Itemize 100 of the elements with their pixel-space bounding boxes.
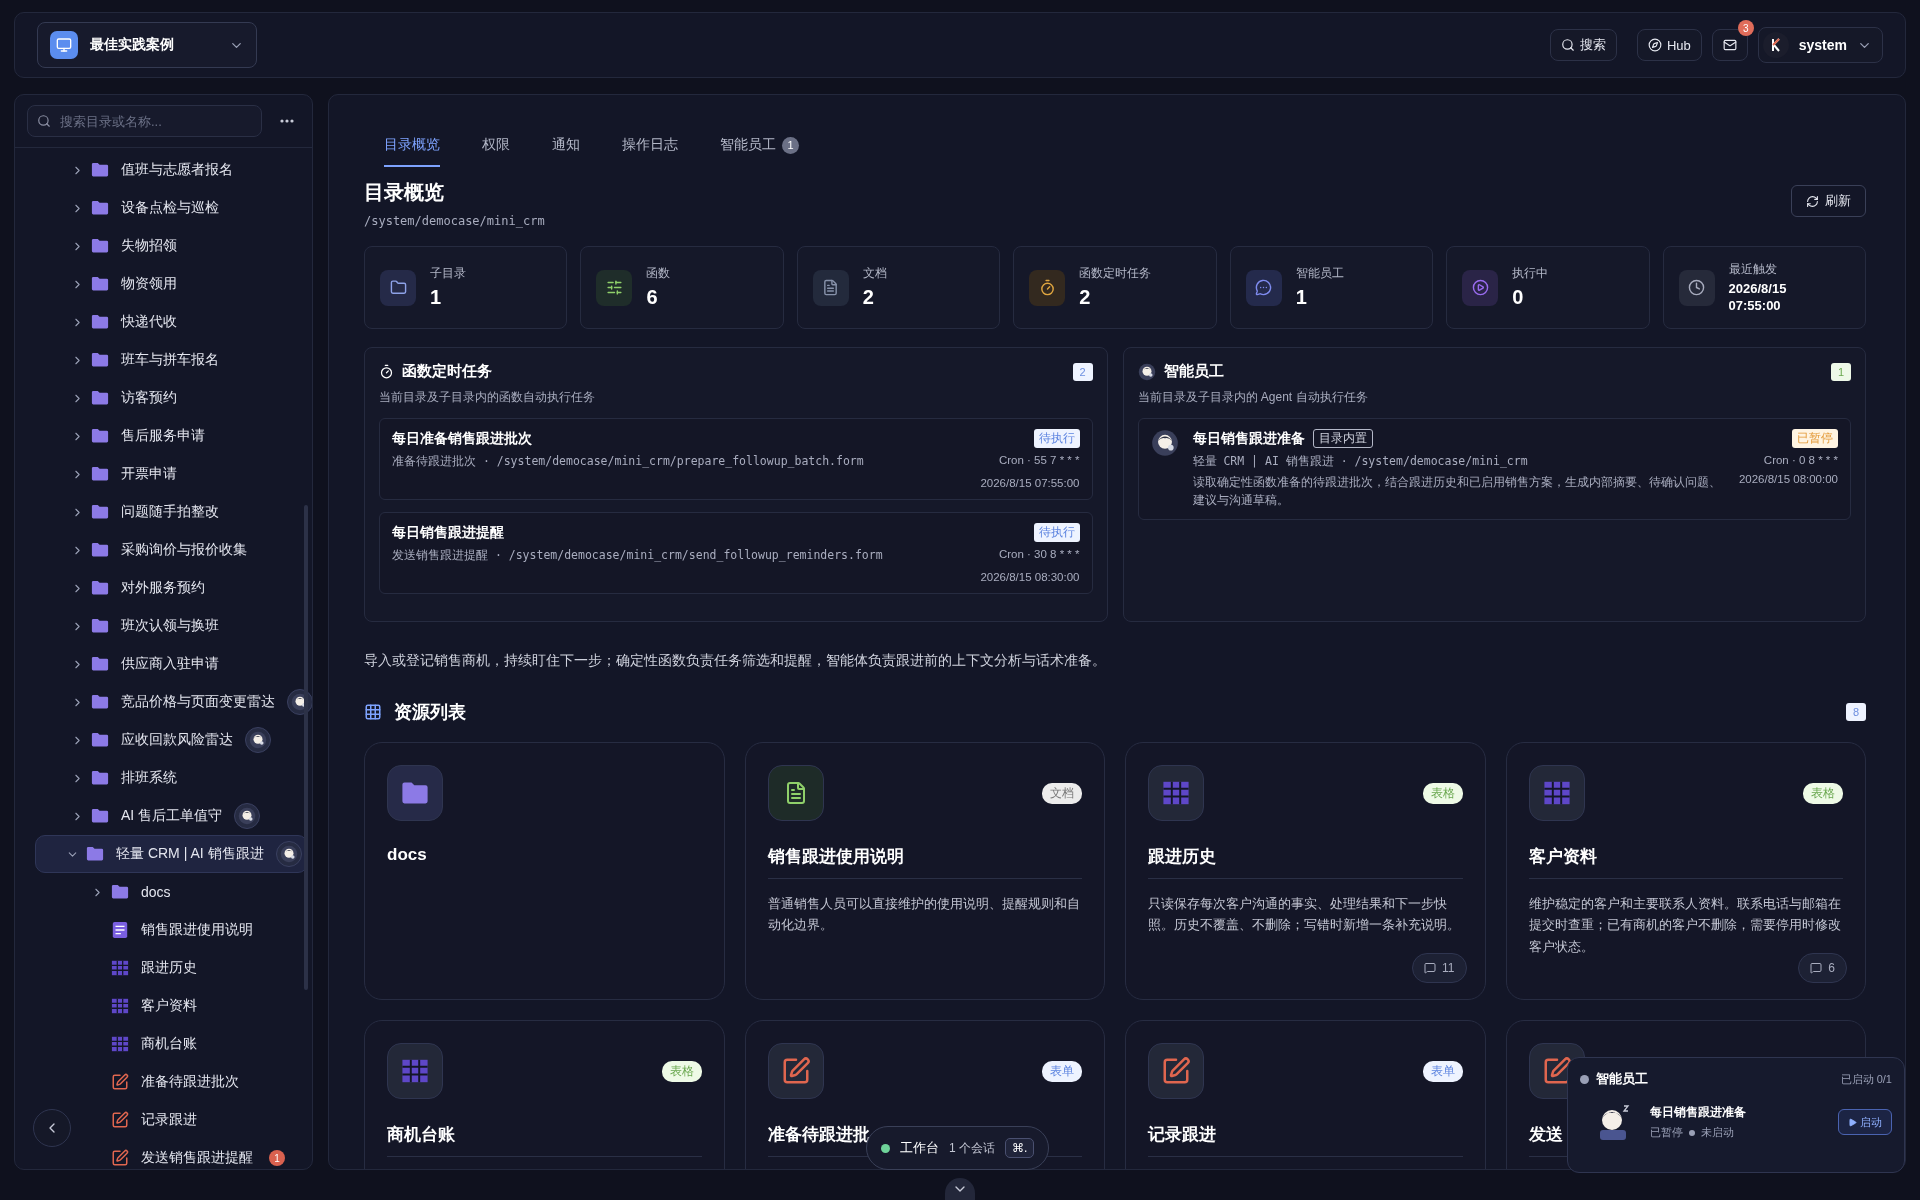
workbench-label: 工作台 (900, 1139, 939, 1157)
tab[interactable]: 智能员工 1 (720, 133, 799, 167)
tab[interactable]: 权限 (482, 133, 510, 167)
type-tag: 文档 (1042, 782, 1082, 804)
count-badge: 1 (1831, 362, 1851, 381)
tree-item[interactable]: 排班系统 (71, 759, 181, 797)
tree-item[interactable]: 供应商入驻申请 (71, 645, 223, 683)
search-button[interactable]: 搜索 (1549, 29, 1617, 61)
tree-item[interactable]: 准备待跟进批次 (91, 1063, 243, 1101)
next-run-time: 2026/8/15 07:55:00 (980, 477, 1080, 489)
refresh-button[interactable]: 刷新 (1791, 185, 1866, 217)
tree-item[interactable]: 商机台账 (91, 1025, 201, 1063)
task-title: 每日准备销售跟进批次 (392, 429, 532, 448)
tree-item[interactable]: 设备点检与巡检 (71, 189, 223, 227)
section-title: 资源列表 (394, 701, 467, 724)
resource-title: 销售跟进使用说明 (767, 845, 1082, 879)
tree-item-label: 值班与志愿者报名 (121, 161, 233, 179)
resource-description: 只读保存每次客户沟通的事实、处理结果和下一步快照。历史不覆盖、不删除；写错时新增一条补充说明。 (1148, 895, 1461, 935)
comment-count[interactable]: 6 (1798, 953, 1847, 983)
tree-item[interactable]: docs (91, 873, 175, 911)
tree-item-label: 失物招领 (121, 237, 177, 255)
tree-item[interactable]: 采购询价与报价收集 (71, 531, 251, 569)
tree-item[interactable]: 售后服务申请 (71, 417, 209, 455)
stat-value: 6 (646, 285, 659, 310)
tree-item[interactable]: 发送销售跟进提醒 1 (91, 1139, 289, 1169)
tree-item-label: 物资领用 (121, 275, 177, 293)
tree-item[interactable]: 销售跟进使用说明 (91, 911, 257, 949)
tree-item[interactable]: 记录跟进 (91, 1101, 201, 1139)
tab[interactable]: 目录概览 (384, 133, 440, 167)
tree-item-label: 采购询价与报价收集 (121, 541, 247, 559)
tree-item-label: 跟进历史 (141, 959, 197, 977)
agent-card[interactable]: 每日销售跟进准备 目录内置 已暂停 轻量 CRM | AI 销售跟进 · /system/democase/mini_crm Cron · 0 8 * * * 读取确定性函数准备的待跟进批次，结合跟进历史和已启用销售方案，生成内部摘要、待确认问题、建议与沟通草稿。 2026/8/15 08:00:00 (1137, 418, 1851, 520)
widget-title: 智能员工 (1596, 1070, 1649, 1088)
panel-subtitle: 当前目录及子目录内的 Agent 自动执行任务 (1137, 389, 1369, 406)
start-button[interactable]: 启动 (1838, 1109, 1892, 1135)
task-card[interactable]: 每日准备销售跟进批次 待执行 准备待跟进批次 · /system/democase/mini_crm/prepare_followup_batch.form Cron · 55 7 * * * 2026/8/15 07:55:00 (379, 418, 1093, 500)
next-run-time: 2026/8/15 08:00:00 (1738, 473, 1838, 487)
tab[interactable]: 操作日志 (622, 133, 678, 167)
tree-item[interactable]: 班次认领与换班 (71, 607, 223, 645)
task-path: 准备待跟进批次 · /system/democase/mini_crm/prepare_followup_batch.form (392, 454, 864, 469)
search-field[interactable]: 搜索目录或名称... (27, 105, 262, 137)
type-tag: 表单 (1042, 1060, 1082, 1082)
tree-item[interactable]: 物资领用 (71, 265, 181, 303)
tree-item-label: AI 售后工单值守 (121, 807, 223, 825)
resource-card[interactable]: 表格 客户资料 维护稳定的客户和主要联系人资料。联系电话与邮箱在提交时查重；已有商机的客户不删除，需要停用时修改客户状态。 6 (1505, 742, 1866, 1000)
tree-item[interactable]: 失物招领 (71, 227, 181, 265)
tree-item[interactable]: 应收回款风险雷达 (71, 721, 275, 759)
type-tag: 表单 (1422, 1060, 1463, 1082)
agent-name: 每日销售跟进准备 (1650, 1104, 1746, 1121)
tree-item[interactable]: 跟进历史 (91, 949, 201, 987)
task-path: 发送销售跟进提醒 · /system/democase/mini_crm/send_followup_reminders.form (392, 548, 883, 563)
tree-item[interactable]: AI 售后工单值守 (71, 797, 265, 835)
comment-count[interactable]: 11 (1412, 953, 1467, 983)
resource-title: 客户资料 (1528, 845, 1843, 879)
tree-item-label: 记录跟进 (141, 1111, 197, 1129)
page-title: 目录概览 (364, 180, 445, 205)
resource-card[interactable]: docs (364, 742, 725, 1000)
panel-title: 函数定时任务 (402, 362, 493, 381)
tree-item[interactable]: 对外服务预约 (71, 569, 209, 607)
hub-button[interactable]: Hub (1636, 29, 1702, 61)
stat-label: 最近触发 (1728, 261, 1778, 279)
cron-schedule: Cron · 30 8 * * * (998, 548, 1080, 562)
tree-item[interactable]: 值班与志愿者报名 (71, 151, 237, 189)
session-count: 1 个会话 (949, 1139, 995, 1157)
task-title: 每日销售跟进提醒 (392, 523, 504, 542)
type-tag: 表格 (1803, 782, 1843, 804)
tab[interactable]: 通知 (552, 133, 580, 167)
tree-item-label: 应收回款风险雷达 (121, 731, 233, 749)
directory-description: 导入或登记销售商机，持续盯住下一步；确定性函数负责任务筛选和提醒，智能体负责跟进前的上下文分析与话术准备。 (364, 652, 1107, 670)
resource-card[interactable]: 表单 记录跟进 (1125, 1020, 1486, 1169)
tree-item[interactable]: 快递代收 (71, 303, 181, 341)
agent-state: 已暂停 (1650, 1125, 1683, 1140)
tree-item-label: 设备点检与巡检 (121, 199, 219, 217)
tree-item[interactable]: 班车与拼车报名 (71, 341, 223, 379)
tree-item-label: 商机台账 (141, 1035, 197, 1053)
tree-item[interactable]: 问题随手拍整改 (71, 493, 223, 531)
resource-description: 普通销售人员可以直接维护的使用说明、提醒规则和自动化边界。 (767, 895, 1081, 935)
tree-item-label: 排班系统 (121, 769, 177, 787)
task-card[interactable]: 每日销售跟进提醒 待执行 发送销售跟进提醒 · /system/democase/mini_crm/send_followup_reminders.form Cron · 30 8 * * * 2026/8/15 08:30:00 (379, 512, 1093, 594)
workspace-selector[interactable]: 最佳实践案例 (37, 22, 257, 68)
tree-item-label: 开票申请 (121, 465, 177, 483)
tree-item[interactable]: 访客预约 (71, 379, 181, 417)
count-badge: 2 (1072, 362, 1093, 381)
user-menu[interactable]: system (1757, 27, 1883, 63)
resource-card[interactable]: 表格 跟进历史 只读保存每次客户沟通的事实、处理结果和下一步快照。历史不覆盖、不删除；写错时新增一条补充说明。 11 (1125, 742, 1486, 1000)
resource-card[interactable]: 文档 销售跟进使用说明 普通销售人员可以直接维护的使用说明、提醒规则和自动化边界。 (744, 742, 1105, 1000)
resource-title: 跟进历史 (1148, 845, 1463, 879)
cron-schedule: Cron · 0 8 * * * (1763, 454, 1838, 468)
tree-item-label: 竞品价格与页面变更雷达 (121, 693, 275, 711)
tree-item[interactable]: 开票申请 (71, 455, 181, 493)
tree-item[interactable]: 客户资料 (91, 987, 201, 1025)
status-badge: 待执行 (1033, 523, 1080, 542)
tree-item-label: 快递代收 (121, 313, 177, 331)
widget-summary: 已启动 0/1 (1840, 1071, 1892, 1087)
resource-card[interactable]: 表格 商机台账 (364, 1020, 725, 1169)
count-badge: 1 (782, 136, 799, 154)
tree-item-label: 轻量 CRM | AI 销售跟进 (116, 845, 264, 863)
count-badge: 8 (1846, 703, 1866, 721)
stat-label: 智能员工 (1295, 265, 1344, 282)
notification-badge: 3 (1737, 20, 1754, 36)
